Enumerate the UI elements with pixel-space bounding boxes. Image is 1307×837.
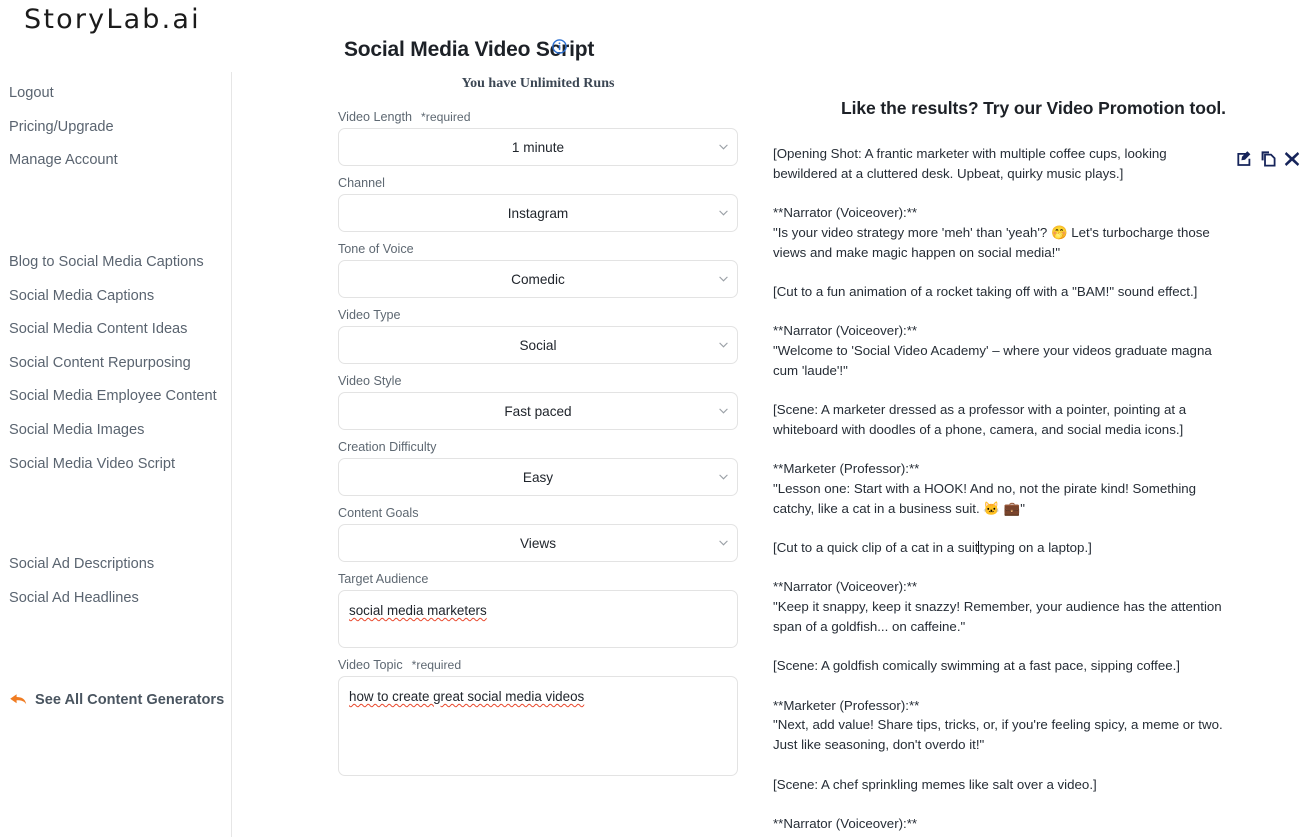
select-value: Views xyxy=(519,535,556,551)
field-label-content-goals: Content Goals xyxy=(338,506,738,520)
generated-script-text[interactable]: [Opening Shot: A frantic marketer with m… xyxy=(773,144,1225,837)
generator-form: Video Length *required 1 minute Channel Inst… xyxy=(338,110,738,786)
label-text: Creation Difficulty xyxy=(338,440,437,454)
chevron-down-icon xyxy=(719,408,728,414)
field-label-target-audience: Target Audience xyxy=(338,572,738,586)
sidebar-group-account: Logout Pricing/Upgrade Manage Account xyxy=(9,86,118,187)
select-channel[interactable]: Instagram xyxy=(338,194,738,232)
edit-icon[interactable] xyxy=(1236,150,1253,172)
select-value: Instagram xyxy=(507,205,569,221)
sidebar-item-social-content-repurposing[interactable]: Social Content Repurposing xyxy=(9,356,217,371)
label-text: Target Audience xyxy=(338,572,429,586)
results-panel: Like the results? Try our Video Promotio… xyxy=(760,0,1307,837)
select-value: Comedic xyxy=(511,271,565,287)
chevron-down-icon xyxy=(719,474,728,480)
required-marker: *required xyxy=(411,658,462,672)
sidebar-item-social-ad-headlines[interactable]: Social Ad Headlines xyxy=(9,590,154,606)
runs-note: You have Unlimited Runs xyxy=(461,76,615,91)
result-action-bar xyxy=(1236,150,1300,172)
info-circle-icon[interactable] xyxy=(552,39,567,54)
field-label-video-type: Video Type xyxy=(338,308,738,322)
select-value: Easy xyxy=(522,469,554,485)
sidebar-group-generators: Blog to Social Media Captions Social Medi… xyxy=(9,255,217,490)
script-segment-2: typing on a laptop.] **Narrator (Voiceov… xyxy=(773,540,1223,837)
field-content-goals: Content Goals Views xyxy=(338,506,738,562)
generator-form-panel: Social Media Video Script You have Unlim… xyxy=(338,0,738,837)
sidebar: Logout Pricing/Upgrade Manage Account Blog… xyxy=(0,72,232,837)
back-arrow-icon xyxy=(9,692,27,708)
sidebar-item-social-media-images[interactable]: Social Media Images xyxy=(9,423,217,438)
field-video-type: Video Type Social xyxy=(338,308,738,364)
required-marker: *required xyxy=(421,110,471,124)
field-tone-of-voice: Tone of Voice Comedic xyxy=(338,242,738,298)
select-value: Fast paced xyxy=(504,403,572,419)
chevron-down-icon xyxy=(719,540,728,546)
field-channel: Channel Instagram xyxy=(338,176,738,232)
select-video-length[interactable]: 1 minute xyxy=(338,128,738,166)
select-value: Social xyxy=(519,337,557,353)
chevron-down-icon xyxy=(719,276,728,282)
field-target-audience: Target Audience social media marketers xyxy=(338,572,738,648)
field-label-tone-of-voice: Tone of Voice xyxy=(338,242,738,256)
field-video-length: Video Length *required 1 minute xyxy=(338,110,738,166)
sidebar-item-social-ad-descriptions[interactable]: Social Ad Descriptions xyxy=(9,557,154,572)
field-video-style: Video Style Fast paced xyxy=(338,374,738,430)
chevron-down-icon xyxy=(719,342,728,348)
sidebar-group-ads: Social Ad Descriptions Social Ad Headline… xyxy=(9,557,154,624)
sidebar-item-social-media-video-script[interactable]: Social Media Video Script xyxy=(9,456,217,472)
field-label-video-length: Video Length *required xyxy=(338,110,738,124)
chevron-down-icon xyxy=(719,210,728,216)
field-label-video-style: Video Style xyxy=(338,374,738,388)
textarea-value: social media marketers xyxy=(349,603,487,618)
label-text: Channel xyxy=(338,176,385,190)
label-text: Video Type xyxy=(338,308,401,322)
sidebar-item-manage-account[interactable]: Manage Account xyxy=(9,153,118,168)
field-video-topic: Video Topic *required how to create great … xyxy=(338,658,738,776)
close-icon[interactable] xyxy=(1284,151,1300,172)
label-text: Video Length xyxy=(338,110,413,124)
see-all-content-generators-link[interactable]: See All Content Generators xyxy=(9,692,224,708)
sidebar-item-logout[interactable]: Logout xyxy=(9,86,118,101)
script-segment-1: [Opening Shot: A frantic marketer with m… xyxy=(773,146,1212,556)
textarea-target-audience[interactable]: social media marketers xyxy=(338,590,738,648)
sidebar-item-pricing-upgrade[interactable]: Pricing/Upgrade xyxy=(9,119,118,135)
sidebar-item-social-media-captions[interactable]: Social Media Captions xyxy=(9,288,217,304)
field-label-creation-difficulty: Creation Difficulty xyxy=(338,440,738,454)
label-text: Video Style xyxy=(338,374,402,388)
sidebar-item-social-media-employee-content[interactable]: Social Media Employee Content xyxy=(9,389,217,404)
field-label-channel: Channel xyxy=(338,176,738,190)
select-video-type[interactable]: Social xyxy=(338,326,738,364)
sidebar-item-social-media-content-ideas[interactable]: Social Media Content Ideas xyxy=(9,322,217,337)
select-video-style[interactable]: Fast paced xyxy=(338,392,738,430)
label-text: Video Topic xyxy=(338,658,403,672)
select-creation-difficulty[interactable]: Easy xyxy=(338,458,738,496)
select-content-goals[interactable]: Views xyxy=(338,524,738,562)
field-label-video-topic: Video Topic *required xyxy=(338,658,738,672)
label-text: Content Goals xyxy=(338,506,419,520)
brand-logo[interactable]: StoryLab.ai xyxy=(24,4,201,35)
sidebar-item-blog-to-social-media-captions[interactable]: Blog to Social Media Captions xyxy=(9,255,217,270)
promo-heading[interactable]: Like the results? Try our Video Promotio… xyxy=(760,98,1307,119)
field-creation-difficulty: Creation Difficulty Easy xyxy=(338,440,738,496)
label-text: Tone of Voice xyxy=(338,242,414,256)
select-tone-of-voice[interactable]: Comedic xyxy=(338,260,738,298)
textarea-value: how to create great social media videos xyxy=(349,689,585,704)
chevron-down-icon xyxy=(719,144,728,150)
copy-icon[interactable] xyxy=(1260,150,1277,172)
select-value: 1 minute xyxy=(511,139,565,155)
see-all-label: See All Content Generators xyxy=(35,692,225,708)
textarea-video-topic[interactable]: how to create great social media videos xyxy=(338,676,738,776)
